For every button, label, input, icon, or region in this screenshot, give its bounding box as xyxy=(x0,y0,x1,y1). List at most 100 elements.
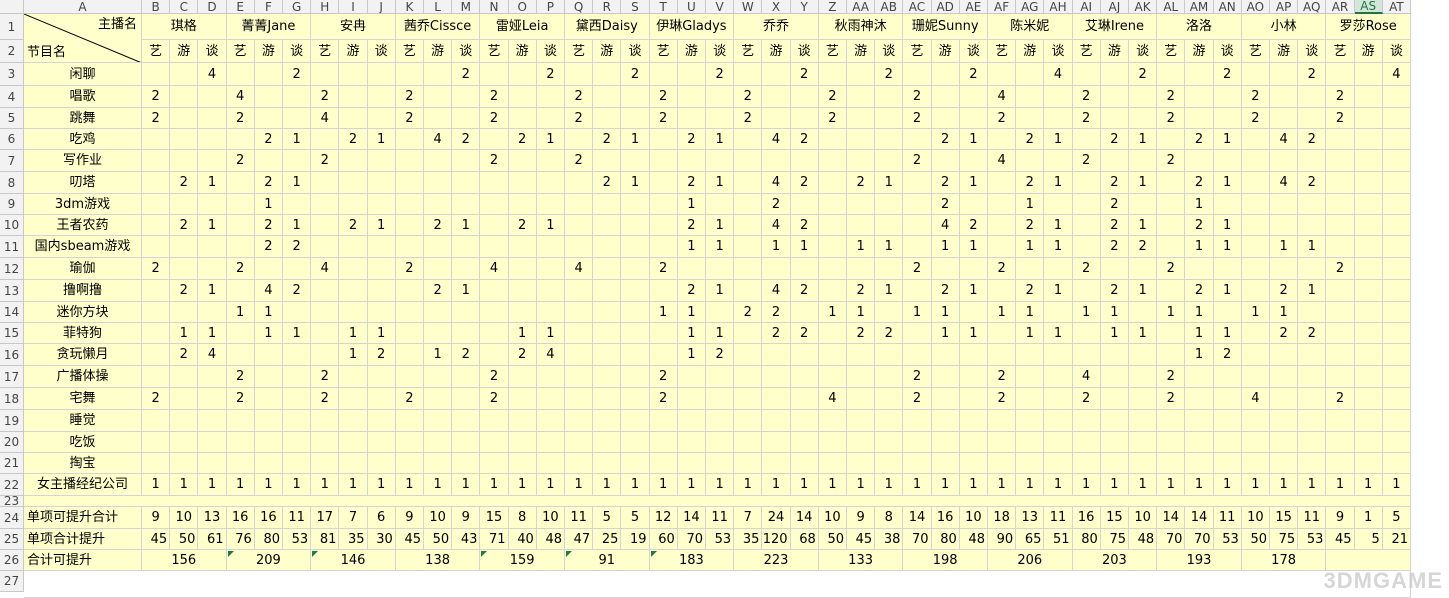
value-cell[interactable] xyxy=(1100,344,1129,366)
value-cell[interactable] xyxy=(170,194,199,215)
value-cell[interactable]: 2 xyxy=(480,150,509,172)
summary-value[interactable]: 70 xyxy=(677,529,706,550)
value-cell[interactable]: 4 xyxy=(988,150,1017,172)
row-number-22[interactable]: 22 xyxy=(0,474,24,496)
category-cell[interactable]: 谈 xyxy=(790,40,819,63)
value-cell[interactable] xyxy=(847,258,876,280)
value-cell[interactable]: 2 xyxy=(593,172,622,194)
value-cell[interactable] xyxy=(367,63,396,86)
summary-value[interactable]: 43 xyxy=(452,529,481,550)
total-value[interactable]: 159 xyxy=(480,550,565,571)
value-cell[interactable]: 2 xyxy=(1157,366,1186,388)
value-cell[interactable] xyxy=(1157,215,1186,236)
value-cell[interactable] xyxy=(649,323,678,344)
value-cell[interactable] xyxy=(424,63,453,86)
value-cell[interactable]: 1 xyxy=(1382,474,1411,496)
value-cell[interactable] xyxy=(959,432,988,453)
value-cell[interactable]: 1 xyxy=(903,474,932,496)
value-cell[interactable]: 2 xyxy=(142,108,171,129)
value-cell[interactable] xyxy=(818,150,847,172)
column-header-AS[interactable]: AS xyxy=(1354,0,1383,14)
value-cell[interactable] xyxy=(1044,108,1073,129)
summary-value[interactable]: 40 xyxy=(508,529,537,550)
column-header-C[interactable]: C xyxy=(170,0,199,14)
value-cell[interactable]: 2 xyxy=(1270,280,1299,302)
column-header-AT[interactable]: AT xyxy=(1382,0,1411,14)
value-cell[interactable]: 1 xyxy=(1044,129,1073,150)
value-cell[interactable] xyxy=(339,280,368,302)
value-cell[interactable]: 4 xyxy=(762,172,791,194)
program-name-cell[interactable]: 宅舞 xyxy=(24,388,142,410)
total-value[interactable]: 209 xyxy=(226,550,312,571)
value-cell[interactable] xyxy=(311,172,340,194)
category-cell[interactable]: 谈 xyxy=(1298,40,1327,63)
value-cell[interactable] xyxy=(565,172,594,194)
summary-label[interactable]: 单项可提升合计 xyxy=(24,507,142,529)
value-cell[interactable] xyxy=(1270,344,1299,366)
value-cell[interactable] xyxy=(424,86,453,108)
value-cell[interactable] xyxy=(931,63,960,86)
column-header-AM[interactable]: AM xyxy=(1185,0,1214,14)
value-cell[interactable] xyxy=(1157,280,1186,302)
value-cell[interactable]: 1 xyxy=(283,215,312,236)
column-header-K[interactable]: K xyxy=(395,0,424,14)
value-cell[interactable]: 1 xyxy=(959,323,988,344)
total-value[interactable]: 198 xyxy=(903,550,988,571)
value-cell[interactable] xyxy=(1354,302,1383,323)
value-cell[interactable] xyxy=(847,410,876,432)
value-cell[interactable] xyxy=(1157,63,1186,86)
value-cell[interactable] xyxy=(367,150,396,172)
value-cell[interactable] xyxy=(593,63,622,86)
value-cell[interactable] xyxy=(283,302,312,323)
column-header-AK[interactable]: AK xyxy=(1129,0,1158,14)
value-cell[interactable] xyxy=(677,410,706,432)
value-cell[interactable]: 2 xyxy=(1185,172,1214,194)
value-cell[interactable] xyxy=(1241,344,1270,366)
program-name-cell[interactable]: 广播体操 xyxy=(24,366,142,388)
value-cell[interactable]: 2 xyxy=(931,129,960,150)
value-cell[interactable] xyxy=(790,150,819,172)
column-header-AQ[interactable]: AQ xyxy=(1298,0,1327,14)
value-cell[interactable] xyxy=(762,388,791,410)
value-cell[interactable] xyxy=(649,215,678,236)
value-cell[interactable]: 2 xyxy=(1016,280,1045,302)
value-cell[interactable]: 1 xyxy=(226,474,255,496)
value-cell[interactable]: 1 xyxy=(1044,236,1073,258)
summary-value[interactable]: 5 xyxy=(1382,507,1411,529)
value-cell[interactable] xyxy=(1157,236,1186,258)
value-cell[interactable] xyxy=(931,453,960,474)
value-cell[interactable]: 1 xyxy=(1298,474,1327,496)
program-name-cell[interactable]: 掏宝 xyxy=(24,453,142,474)
value-cell[interactable] xyxy=(706,108,735,129)
value-cell[interactable]: 2 xyxy=(254,236,283,258)
summary-value[interactable]: 6 xyxy=(367,507,396,529)
value-cell[interactable]: 1 xyxy=(198,215,227,236)
value-cell[interactable]: 2 xyxy=(649,86,678,108)
value-cell[interactable] xyxy=(1241,323,1270,344)
value-cell[interactable] xyxy=(226,323,255,344)
value-cell[interactable]: 1 xyxy=(1044,215,1073,236)
value-cell[interactable]: 2 xyxy=(1298,172,1327,194)
value-cell[interactable] xyxy=(536,172,565,194)
value-cell[interactable]: 4 xyxy=(424,129,453,150)
value-cell[interactable] xyxy=(1016,86,1045,108)
value-cell[interactable] xyxy=(226,129,255,150)
value-cell[interactable]: 1 xyxy=(1072,474,1101,496)
value-cell[interactable] xyxy=(1241,236,1270,258)
value-cell[interactable] xyxy=(1270,150,1299,172)
value-cell[interactable]: 1 xyxy=(1129,172,1158,194)
header-corner-cell[interactable]: 主播名 节目名 xyxy=(24,14,142,63)
value-cell[interactable]: 2 xyxy=(226,366,255,388)
value-cell[interactable] xyxy=(452,108,481,129)
value-cell[interactable]: 2 xyxy=(254,172,283,194)
summary-value[interactable]: 10 xyxy=(424,507,453,529)
summary-value[interactable]: 9 xyxy=(1326,507,1355,529)
value-cell[interactable]: 2 xyxy=(649,258,678,280)
category-cell[interactable]: 游 xyxy=(254,40,283,63)
value-cell[interactable] xyxy=(395,129,424,150)
value-cell[interactable] xyxy=(1016,108,1045,129)
value-cell[interactable] xyxy=(1072,453,1101,474)
column-header-AR[interactable]: AR xyxy=(1326,0,1355,14)
summary-value[interactable]: 14 xyxy=(903,507,932,529)
value-cell[interactable] xyxy=(593,86,622,108)
